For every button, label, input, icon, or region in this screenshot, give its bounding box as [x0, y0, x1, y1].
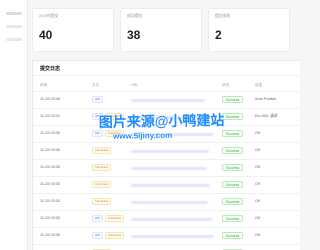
status-badge: Success [222, 164, 244, 171]
row-info: Auto Publish [255, 97, 277, 101]
status-badge: Success [222, 113, 244, 120]
table-header: 时间 方式 URL 状态 信息 [33, 80, 300, 90]
blurred-url [131, 235, 214, 238]
sidebar-item-2[interactable] [6, 25, 22, 28]
blurred-url [131, 184, 210, 187]
row-time: 11-25 03:30 [40, 199, 60, 203]
stat-value: 38 [127, 28, 141, 42]
row-method: API [92, 96, 105, 103]
row-time: 11-25 03:46 [40, 97, 60, 101]
method-tag: API [92, 232, 103, 239]
row-time: 11-25 03:31 [40, 114, 60, 118]
row-time: 11-25 03:30 [40, 165, 60, 169]
method-tag: IndexNow [92, 198, 112, 205]
row-time: 11-25 03:30 [40, 216, 60, 220]
stat-label: 成功提交 [127, 14, 143, 18]
watermark-url: www.5ljiny.com [113, 130, 173, 141]
row-method: API IndexNow [92, 215, 126, 222]
row-info: OK [255, 216, 261, 220]
submission-dashboard: 24小时提交 40 成功提交 38 提交失败 2 提交日志 时间 方式 URL … [0, 0, 300, 250]
left-sidebar [0, 0, 28, 250]
row-time: 11-25 03:30 [40, 233, 60, 237]
panel-divider [33, 75, 300, 76]
blurred-url [131, 167, 207, 170]
method-tag: IndexNow [92, 164, 112, 171]
table-row[interactable]: 11-25 03:46 API Success Auto Publish [33, 91, 300, 107]
blurred-url [131, 99, 205, 102]
table-row[interactable]: 11-25 03:30IndexNowSuccessOK [33, 244, 300, 250]
table-row[interactable]: 11-25 03:30 API IndexNow Success OK [33, 227, 300, 243]
row-method: IndexNow [92, 198, 113, 205]
row-info: Ex=400, 请求 [255, 114, 278, 118]
status-badge: Success [222, 215, 244, 222]
stat-label: 24小时提交 [39, 14, 59, 18]
method-tag: API [92, 215, 103, 222]
column-status: 状态 [222, 83, 230, 87]
row-info: OK [255, 165, 261, 169]
row-info: OK [255, 182, 261, 186]
column-method: 方式 [92, 83, 100, 87]
panel-title: 提交日志 [40, 66, 61, 72]
row-method: API IndexNow [92, 232, 126, 239]
column-url: URL [131, 83, 139, 87]
stat-card-successful-submissions: 成功提交 38 [120, 8, 202, 52]
status-badge: Success [222, 198, 244, 205]
row-method: IndexNow [92, 181, 113, 188]
row-info: OK [255, 131, 261, 135]
status-badge: Success [222, 181, 244, 188]
method-tag: IndexNow [92, 181, 112, 188]
table-row[interactable]: 11-25 03:30 API IndexNow Success OK [33, 210, 300, 226]
stat-value: 40 [39, 28, 53, 42]
column-info: 信息 [255, 83, 263, 87]
method-tag: IndexNow [104, 232, 125, 239]
sidebar-item-1[interactable] [6, 12, 22, 15]
status-badge: Success [222, 96, 244, 103]
method-tag: IndexNow [104, 215, 125, 222]
row-info: OK [255, 199, 261, 203]
row-time: 11-25 03:30 [40, 148, 60, 152]
source-watermark: 图片来源@小鸭建站 www.5ljiny.com [99, 112, 225, 149]
status-badge: Success [222, 147, 244, 154]
stat-value: 2 [215, 28, 222, 42]
row-time: 11-25 03:30 [40, 182, 60, 186]
stat-card-24h-submissions: 24小时提交 40 [32, 8, 114, 52]
status-badge: Success [222, 232, 244, 239]
table-row[interactable]: 11-25 03:30 IndexNow Success OK [33, 159, 300, 175]
blurred-url [131, 201, 208, 204]
column-time: 时间 [40, 83, 48, 87]
stat-card-failed-submissions: 提交失败 2 [208, 8, 290, 52]
table-row[interactable]: 11-25 03:30 IndexNow Success OK [33, 176, 300, 192]
status-badge: Success [222, 130, 244, 137]
table-row[interactable]: 11-25 03:30 IndexNow Success OK [33, 193, 300, 209]
row-method: IndexNow [92, 164, 113, 171]
stats-cards: 24小时提交 40 成功提交 38 提交失败 2 [32, 8, 300, 52]
stat-label: 提交失败 [215, 14, 231, 18]
row-info: OK [255, 148, 261, 152]
blurred-url [131, 218, 212, 221]
row-info: OK [255, 233, 261, 237]
sidebar-item-3[interactable] [6, 38, 22, 41]
method-tag: API [92, 96, 103, 103]
blurred-url [131, 150, 209, 153]
watermark-title: 图片来源@小鸭建站 [98, 111, 225, 131]
submission-log-panel: 提交日志 时间 方式 URL 状态 信息 11-25 03:46 API Succe… [32, 60, 300, 250]
row-time: 11-25 03:30 [40, 131, 60, 135]
